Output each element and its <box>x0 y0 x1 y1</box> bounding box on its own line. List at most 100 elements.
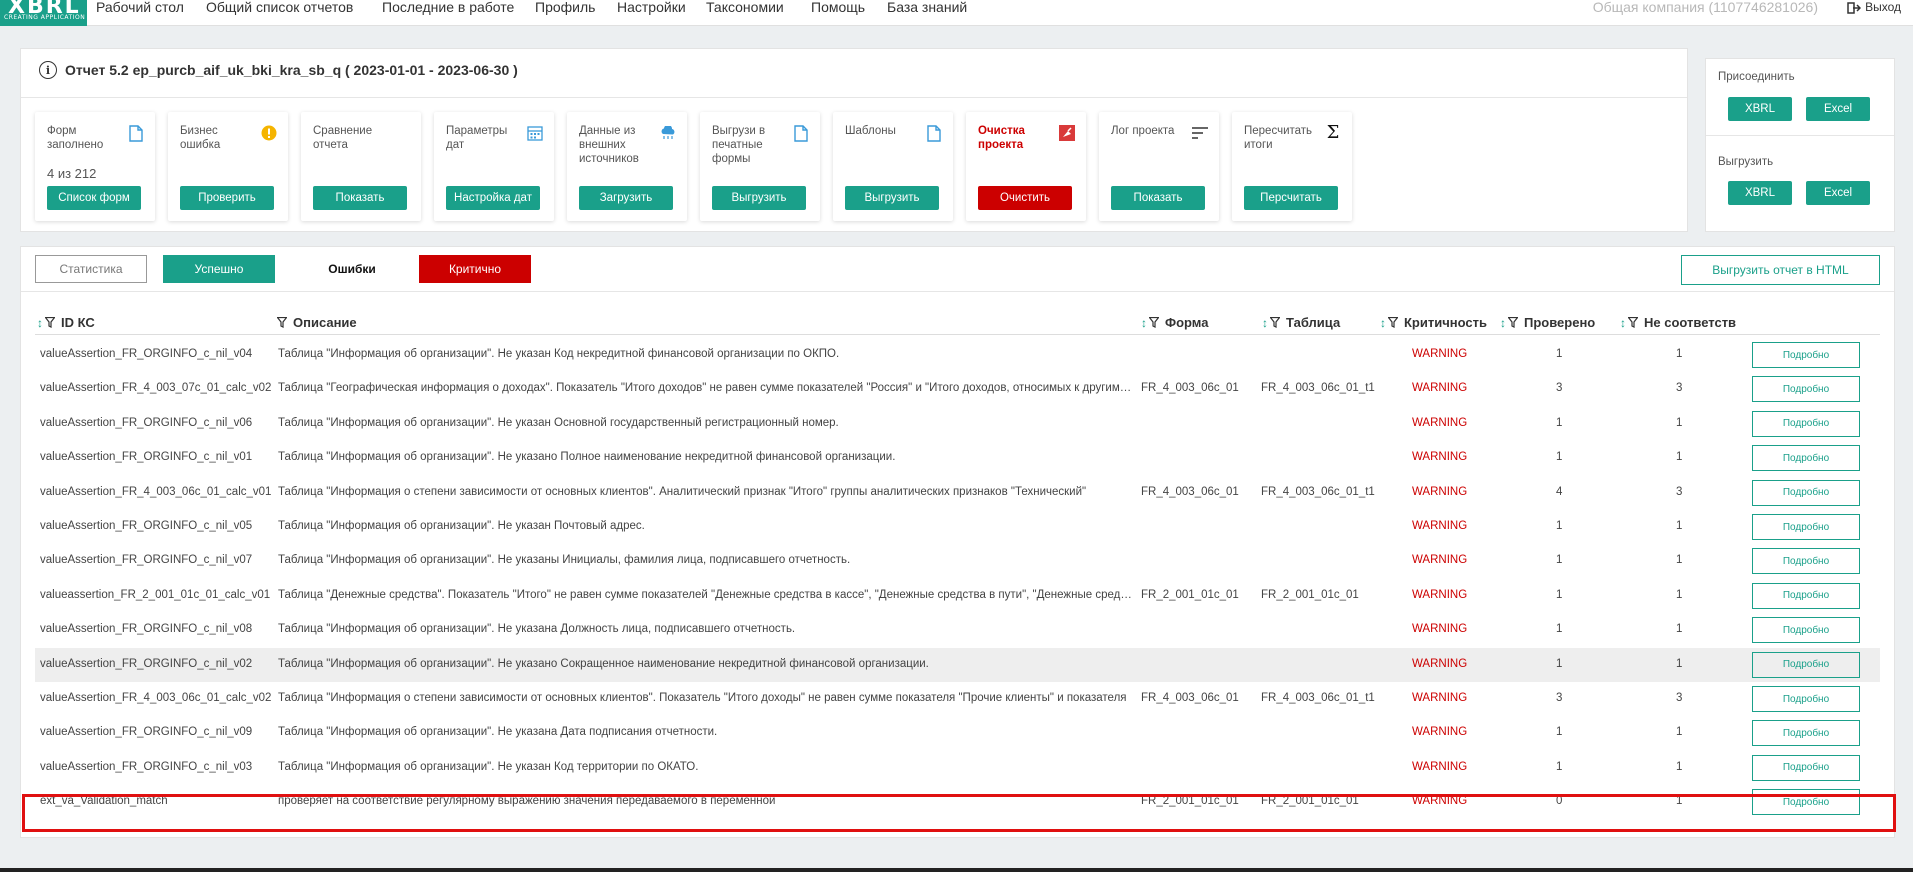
filter-icon[interactable] <box>1508 317 1518 328</box>
table-row[interactable]: valueAssertion_FR_ORGINFO_c_nil_v06 Табли… <box>35 407 1880 441</box>
export-html-button[interactable]: Выгрузить отчет в HTML <box>1681 255 1880 285</box>
table-row[interactable]: valueAssertion_FR_ORGINFO_c_nil_v09 Табли… <box>35 716 1880 750</box>
export-excel-button[interactable]: Excel <box>1806 181 1870 205</box>
filter-success[interactable]: Успешно <box>163 255 275 283</box>
nav-knowledge-base[interactable]: База знаний <box>887 0 967 14</box>
card-action-button[interactable]: Очистить <box>978 186 1072 210</box>
filter-icon[interactable] <box>277 317 287 328</box>
nav-help[interactable]: Помощь <box>811 0 865 14</box>
details-button[interactable]: Подробно <box>1752 754 1860 781</box>
nav-recent[interactable]: Последние в работе <box>382 0 514 14</box>
filter-icon[interactable] <box>1628 317 1638 328</box>
col-table[interactable]: ↕ Таблица <box>1262 315 1372 330</box>
card-action-button[interactable]: Показать <box>313 186 407 210</box>
cell-description: Таблица "Информация об организации". Не … <box>278 726 718 739</box>
table-row[interactable]: valueAssertion_FR_4_003_07c_01_calc_v02 Т… <box>35 372 1880 406</box>
col-id[interactable]: ↕ ID КС <box>37 315 267 330</box>
cell-criticality: WARNING <box>1412 554 1468 567</box>
sort-icon[interactable]: ↕ <box>1620 316 1626 330</box>
sort-icon[interactable]: ↕ <box>1141 316 1147 330</box>
table-row[interactable]: valueAssertion_FR_ORGINFO_c_nil_v02 Табли… <box>35 647 1880 682</box>
col-description[interactable]: Описание <box>277 315 977 330</box>
table-header: ↕ ID КС Описание ↕ Форма ↕ Таблица ↕ Критичн… <box>35 309 1880 335</box>
sort-icon[interactable]: ↕ <box>1500 316 1506 330</box>
app-logo[interactable]: XBRL CREATING APPLICATION <box>0 0 87 26</box>
nav-taxonomies[interactable]: Таксономии <box>706 0 784 14</box>
table-row[interactable]: valueAssertion_FR_ORGINFO_c_nil_v01 Табли… <box>35 441 1880 475</box>
card-action-button[interactable]: Список форм <box>47 186 141 210</box>
card-action-button[interactable]: Проверить <box>180 186 274 210</box>
details-button[interactable]: Подробно <box>1752 376 1860 403</box>
table-row[interactable]: valueAssertion_FR_ORGINFO_c_nil_v07 Табли… <box>35 544 1880 578</box>
filter-icon[interactable] <box>45 317 55 328</box>
card-action-button[interactable]: Выгрузить <box>845 186 939 210</box>
table-row[interactable]: valueAssertion_FR_4_003_06c_01_calc_v02 Т… <box>35 682 1880 716</box>
card-title: Шаблоны <box>845 125 896 137</box>
filter-critical[interactable]: Критично <box>419 255 531 283</box>
nav-desktop[interactable]: Рабочий стол <box>96 0 184 14</box>
attach-xbrl-button[interactable]: XBRL <box>1728 97 1792 121</box>
details-button[interactable]: Подробно <box>1752 514 1860 540</box>
sort-icon[interactable]: ↕ <box>37 316 43 330</box>
details-button[interactable]: Подробно <box>1752 410 1860 437</box>
details-button[interactable]: Подробно <box>1752 582 1860 609</box>
details-button[interactable]: Подробно <box>1752 479 1860 506</box>
details-button[interactable]: Подробно <box>1752 445 1860 472</box>
col-criticality[interactable]: ↕ Критичность <box>1380 315 1500 330</box>
filter-statistics[interactable]: Статистика <box>35 255 147 283</box>
export-xbrl-button[interactable]: XBRL <box>1728 181 1792 205</box>
card-action-button[interactable]: Загрузить <box>579 186 673 210</box>
table-row[interactable]: valueAssertion_FR_ORGINFO_c_nil_v05 Табли… <box>35 510 1880 544</box>
details-button[interactable]: Подробно <box>1752 720 1860 747</box>
cell-description: Таблица "Информация об организации". Не … <box>278 348 840 360</box>
cell-description: Таблица "Информация о степени зависимост… <box>278 485 1087 498</box>
cell-checked: 1 <box>1556 588 1563 601</box>
table-row[interactable]: valueAssertion_FR_ORGINFO_c_nil_v03 Табли… <box>35 751 1880 785</box>
card-action-button[interactable]: Настройка дат <box>446 186 540 210</box>
table-row[interactable]: valueAssertion_FR_4_003_06c_01_calc_v01 Т… <box>35 476 1880 510</box>
filter-errors[interactable]: Ошибки <box>296 255 408 283</box>
attach-excel-button[interactable]: Excel <box>1806 97 1870 121</box>
cell-form: FR_4_003_06c_01 <box>1141 692 1239 704</box>
filter-icon[interactable] <box>1149 317 1159 328</box>
sort-icon[interactable]: ↕ <box>1262 316 1268 330</box>
cell-id: valueAssertion_FR_ORGINFO_c_nil_v06 <box>40 416 253 429</box>
table-row[interactable]: valueAssertion_FR_ORGINFO_c_nil_v08 Табли… <box>35 613 1880 647</box>
sort-icon[interactable]: ↕ <box>1380 316 1386 330</box>
cloud-icon <box>659 124 677 142</box>
cell-description: Таблица "Информация об организации". Не … <box>278 554 851 567</box>
cell-mismatch: 1 <box>1676 348 1683 360</box>
nav-settings[interactable]: Настройки <box>617 0 686 14</box>
details-button[interactable]: Подробно <box>1752 548 1860 575</box>
col-form-label: Форма <box>1165 315 1209 330</box>
logout-button[interactable]: Выход <box>1847 0 1901 14</box>
filter-icon[interactable] <box>1388 317 1398 328</box>
details-button[interactable]: Подробно <box>1752 617 1860 644</box>
col-checked[interactable]: ↕ Проверено <box>1500 315 1620 330</box>
table-row[interactable]: valueAssertion_FR_ORGINFO_c_nil_v04 Табли… <box>35 338 1880 372</box>
card-action-button[interactable]: Выгрузить <box>712 186 806 210</box>
col-mismatch[interactable]: ↕ Не соответств <box>1620 315 1736 330</box>
card-action-button[interactable]: Персчитать <box>1244 186 1338 210</box>
nav-profile[interactable]: Профиль <box>535 0 595 14</box>
card-action-button[interactable]: Показать <box>1111 186 1205 210</box>
info-icon[interactable]: i <box>39 61 57 79</box>
nav-all-reports[interactable]: Общий список отчетов <box>206 0 353 14</box>
card-6: Выгрузи в печатные формы Выгрузить <box>700 112 820 221</box>
filter-icon[interactable] <box>1270 317 1280 328</box>
cell-criticality: WARNING <box>1412 726 1468 739</box>
card-9: Лог проекта Показать <box>1099 112 1219 221</box>
card-title: Пересчитать итоги <box>1244 125 1313 151</box>
file-icon <box>792 124 810 142</box>
company-name: Общая компания (1107746281026) <box>1592 0 1818 15</box>
cell-mismatch: 1 <box>1676 760 1683 773</box>
table-row[interactable]: valueassertion_FR_2_001_01c_01_calc_v01 Т… <box>35 579 1880 613</box>
cell-criticality: WARNING <box>1412 485 1468 498</box>
cell-criticality: WARNING <box>1412 382 1468 395</box>
details-button[interactable]: Подробно <box>1752 686 1860 712</box>
report-title-text: Отчет 5.2 ep_purcb_aif_uk_bki_kra_sb_q (… <box>65 62 518 78</box>
results-panel: Статистика Успешно Ошибки Критично Выгру… <box>20 246 1895 838</box>
col-form[interactable]: ↕ Форма <box>1141 315 1251 330</box>
details-button[interactable]: Подробно <box>1752 342 1860 368</box>
details-button[interactable]: Подробно <box>1752 651 1860 678</box>
